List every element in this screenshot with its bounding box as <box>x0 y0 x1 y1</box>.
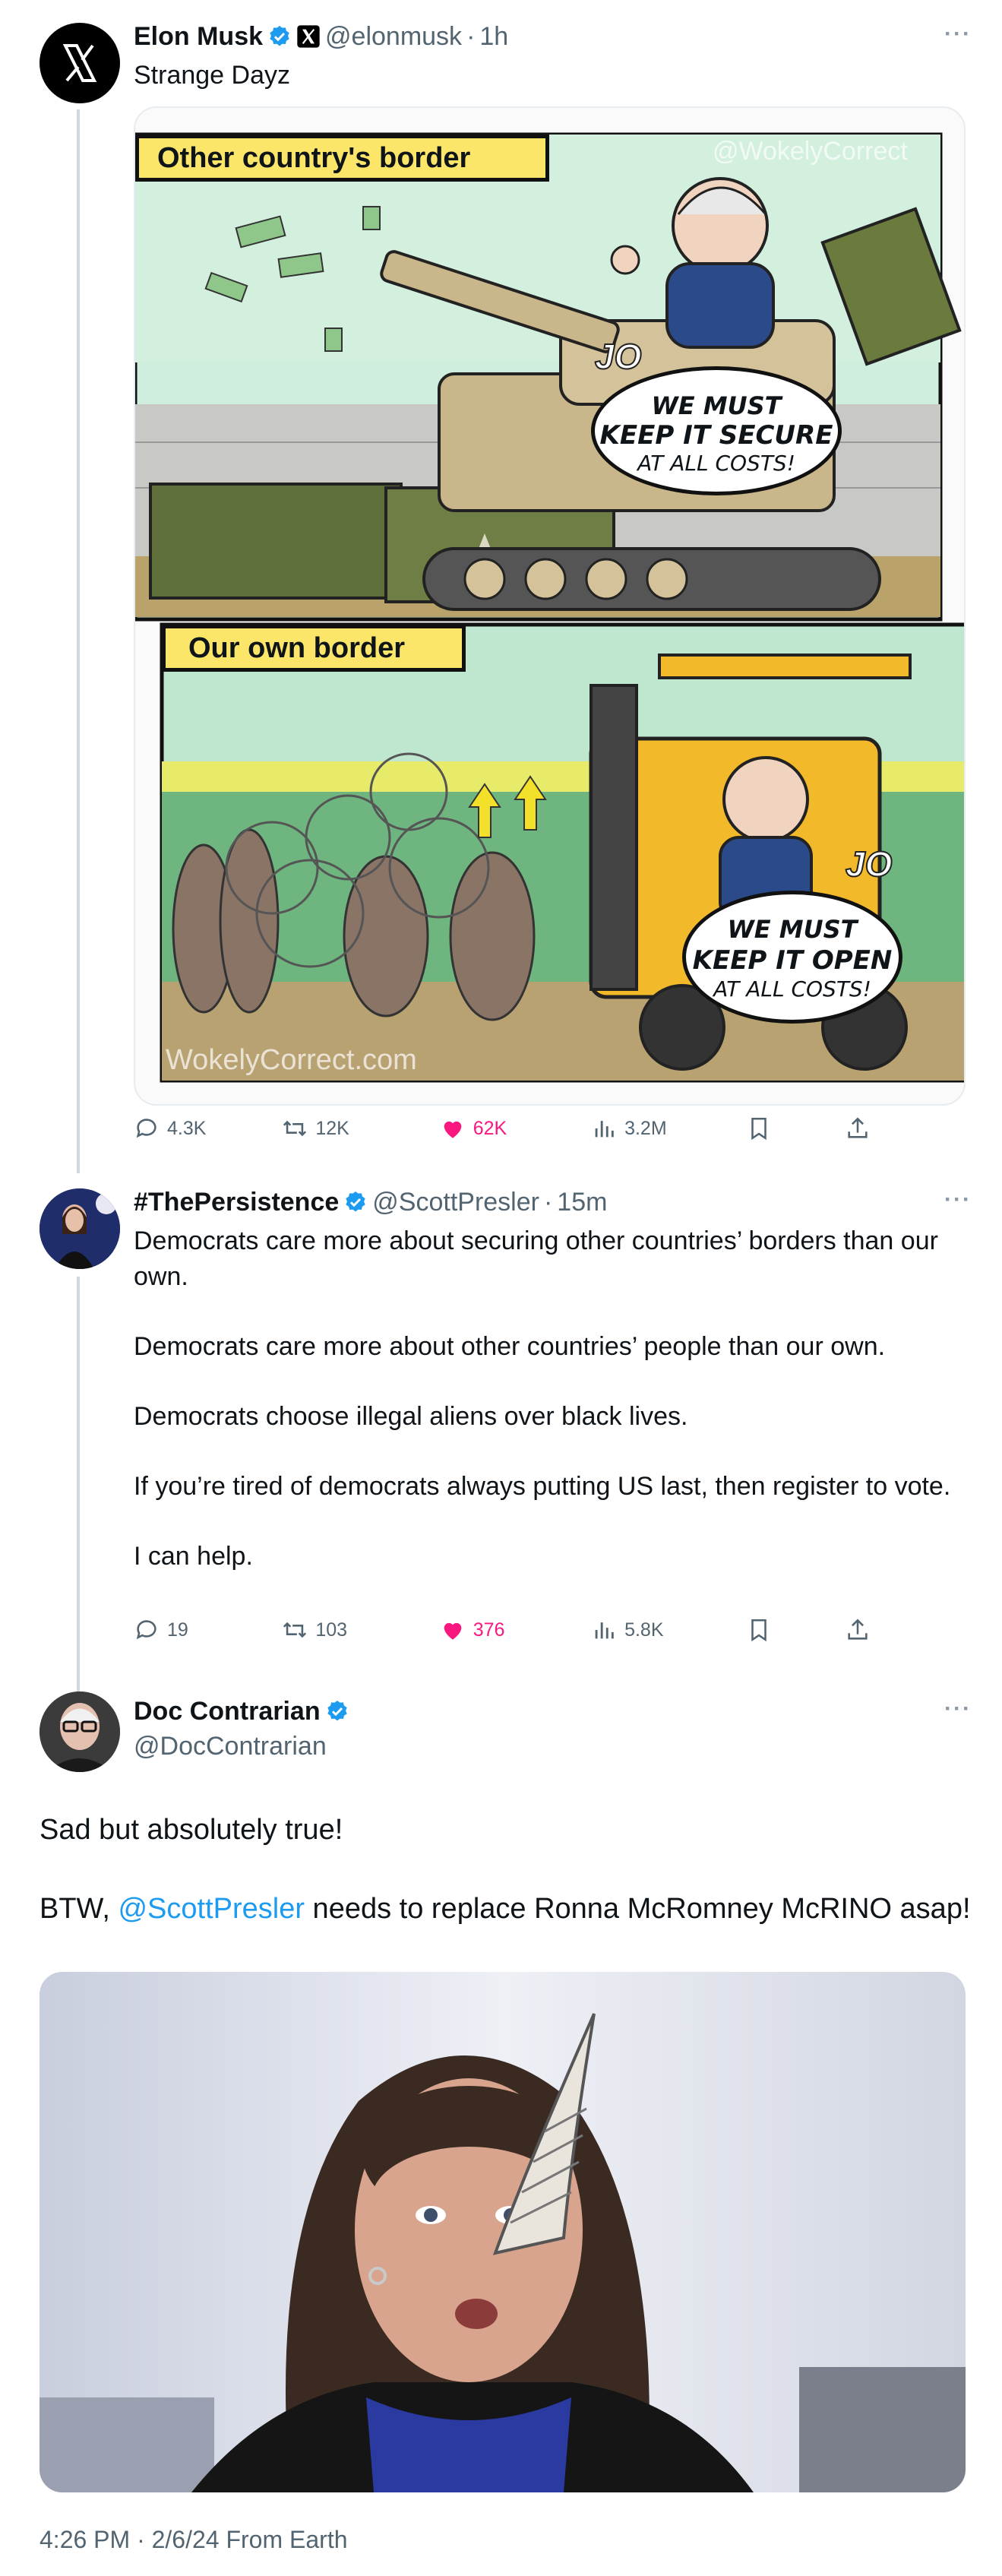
thread-line <box>77 109 80 1173</box>
paragraph: Democrats care more about securing other… <box>134 1226 938 1291</box>
more-icon[interactable]: ··· <box>944 1187 972 1213</box>
tweet-actions: 19 103 376 5.8K <box>134 1617 878 1643</box>
author-name[interactable]: Elon Musk <box>134 21 263 52</box>
repost-button[interactable]: 12K <box>282 1116 439 1141</box>
reply-count: 4.3K <box>167 1117 207 1139</box>
share-button[interactable] <box>845 1116 878 1141</box>
avatar-doc[interactable] <box>40 1691 120 1772</box>
paragraph: BTW, @ScottPresler needs to replace Ronn… <box>40 1889 974 1929</box>
paragraph: Democrats care more about other countrie… <box>134 1332 886 1361</box>
watermark-bottom: WokelyCorrect.com <box>166 1044 417 1076</box>
author-handle[interactable]: @ScottPresler <box>372 1187 539 1217</box>
views-button[interactable]: 3.2M <box>591 1116 746 1141</box>
bubble2-line1: WE MUST <box>727 915 858 944</box>
photo-woman-unicorn-horn <box>40 1972 966 2492</box>
like-count: 62K <box>473 1117 507 1139</box>
separator-dot: · <box>466 22 476 51</box>
post-time[interactable]: 1h <box>479 21 508 52</box>
tweet-header: Doc Contrarian <box>134 1696 349 1726</box>
reply-count: 19 <box>167 1619 188 1641</box>
text-prefix: BTW, <box>40 1893 119 1925</box>
panel1-title: Other country's border <box>135 134 549 182</box>
verified-badge-icon <box>327 1701 347 1721</box>
x-affiliation-icon <box>297 25 320 48</box>
like-button[interactable]: 62K <box>440 1116 591 1141</box>
speech-bubble-open: WE MUST KEEP IT OPEN AT ALL COSTS! <box>682 891 902 1024</box>
bookmark-button[interactable] <box>746 1617 845 1643</box>
separator-dot: · <box>543 1188 553 1217</box>
bubble1-line3: AT ALL COSTS! <box>637 451 795 476</box>
reply-button[interactable]: 19 <box>134 1617 282 1643</box>
bubble2-line3: AT ALL COSTS! <box>713 976 871 1002</box>
like-button[interactable]: 376 <box>440 1617 591 1643</box>
heart-icon <box>444 1121 462 1138</box>
post-time[interactable]: 15m <box>557 1187 607 1217</box>
bookmark-button[interactable] <box>746 1116 845 1141</box>
attached-photo[interactable] <box>40 1972 966 2492</box>
tweet-elon: Elon Musk @elonmusk · 1h ··· Strange Day… <box>0 0 1002 1173</box>
more-icon[interactable]: ··· <box>944 21 972 47</box>
bubble2-line2: KEEP IT OPEN <box>692 945 893 976</box>
avatar-doc-image <box>40 1691 120 1772</box>
views-icon <box>595 1622 614 1639</box>
verified-badge-icon <box>346 1191 365 1212</box>
avatar-elon[interactable] <box>40 23 120 103</box>
reply-icon <box>136 1119 156 1138</box>
thread-line <box>77 1277 80 1748</box>
tweet-header: Elon Musk @elonmusk · 1h <box>134 21 508 52</box>
share-icon <box>848 1619 868 1640</box>
views-icon <box>595 1121 614 1138</box>
post-timestamp[interactable]: 4:26 PM · 2/6/24 From Earth <box>40 2526 348 2554</box>
tweet-text: Democrats care more about securing other… <box>134 1223 966 1574</box>
repost-icon <box>283 1120 307 1137</box>
tweet-persistence: #ThePersistence @ScottPresler · 15m ··· … <box>0 1170 1002 1748</box>
author-handle[interactable]: @DocContrarian <box>134 1731 327 1761</box>
paragraph: I can help. <box>134 1542 253 1571</box>
comic-image[interactable]: Other country's border @WokelyCorrect JO… <box>134 106 966 1106</box>
forklift-label: JO <box>845 843 893 885</box>
heart-icon <box>444 1622 462 1640</box>
avatar-persistence[interactable] <box>40 1188 120 1269</box>
more-icon[interactable]: ··· <box>944 1696 972 1722</box>
repost-icon <box>283 1622 307 1638</box>
repost-button[interactable]: 103 <box>282 1617 439 1643</box>
tweet-text: Strange Dayz <box>134 61 290 90</box>
views-count: 5.8K <box>624 1619 664 1641</box>
avatar-persistence-image <box>40 1188 120 1269</box>
tweet-text: Sad but absolutely true! BTW, @ScottPres… <box>40 1810 974 1929</box>
tweet-doc-contrarian: Doc Contrarian @DocContrarian ··· Sad bu… <box>0 1679 1002 2576</box>
mention-link[interactable]: @ScottPresler <box>118 1893 305 1925</box>
paragraph: Sad but absolutely true! <box>40 1814 343 1846</box>
reply-icon <box>136 1620 156 1640</box>
bubble1-line1: WE MUST <box>651 391 782 420</box>
paragraph: If you’re tired of democrats always putt… <box>134 1472 951 1501</box>
author-name[interactable]: Doc Contrarian <box>134 1696 321 1726</box>
text-suffix: needs to replace Ronna McRomney McRINO a… <box>305 1893 971 1925</box>
x-logo-icon <box>62 44 97 82</box>
panel2-title: Our own border <box>162 625 466 672</box>
share-button[interactable] <box>845 1617 878 1643</box>
verified-badge-icon <box>270 26 289 46</box>
bubble1-line2: KEEP IT SECURE <box>599 420 833 451</box>
author-handle[interactable]: @elonmusk <box>325 21 462 52</box>
repost-count: 103 <box>315 1619 348 1641</box>
author-handle-row: @DocContrarian <box>134 1731 327 1761</box>
tweet-header: #ThePersistence @ScottPresler · 15m <box>134 1187 607 1217</box>
views-button[interactable]: 5.8K <box>591 1617 746 1643</box>
bookmark-icon <box>751 1619 767 1642</box>
tweet-actions: 4.3K 12K 62K 3.2M <box>134 1116 878 1141</box>
reply-button[interactable]: 4.3K <box>134 1116 282 1141</box>
repost-count: 12K <box>315 1117 349 1139</box>
bookmark-icon <box>751 1117 767 1141</box>
views-count: 3.2M <box>624 1117 667 1139</box>
tank-label: JO <box>594 336 642 377</box>
paragraph: Democrats choose illegal aliens over bla… <box>134 1402 688 1431</box>
watermark-top: @WokelyCorrect <box>713 137 908 166</box>
author-name[interactable]: #ThePersistence <box>134 1187 339 1217</box>
like-count: 376 <box>473 1619 505 1641</box>
share-icon <box>848 1117 868 1138</box>
speech-bubble-secure: WE MUST KEEP IT SECURE AT ALL COSTS! <box>591 366 842 495</box>
